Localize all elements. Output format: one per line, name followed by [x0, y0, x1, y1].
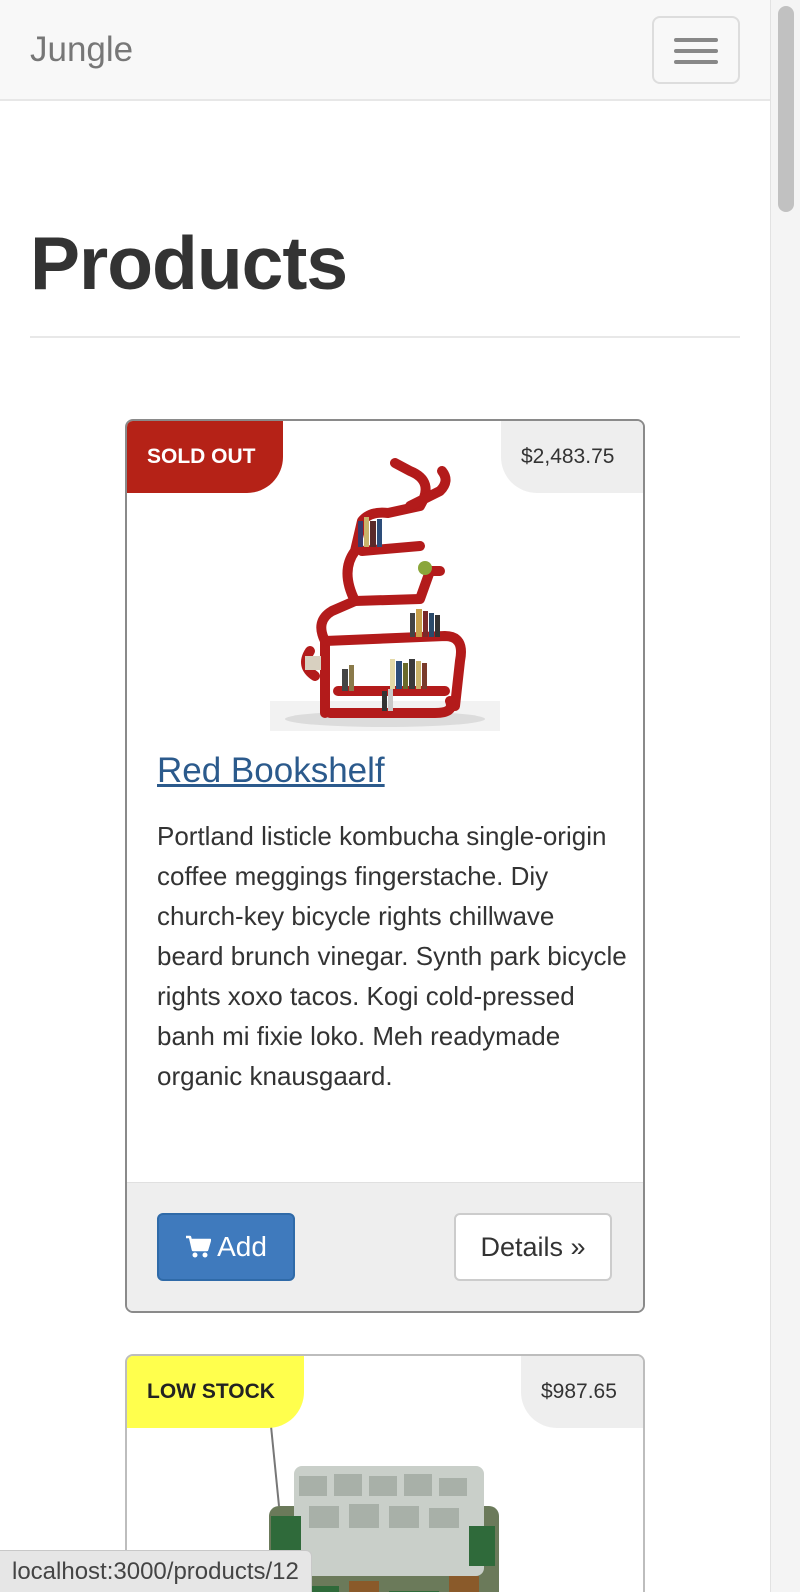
sold-out-badge: SOLD OUT	[127, 421, 283, 493]
product-description: Portland listicle kombucha single-origin…	[157, 821, 627, 1091]
add-to-cart-button[interactable]: Add	[157, 1213, 295, 1281]
low-stock-badge: LOW STOCK	[127, 1356, 304, 1428]
hamburger-menu-icon-bar	[674, 60, 718, 64]
price-tag: $987.65	[521, 1356, 643, 1428]
vertical-scrollbar[interactable]	[770, 0, 800, 1592]
link-preview-status-bar: localhost:3000/products/12	[0, 1550, 312, 1592]
add-button-label: Add	[217, 1231, 267, 1262]
shopping-cart-icon	[186, 1235, 212, 1258]
card-footer: Add Details »	[127, 1182, 643, 1311]
details-button[interactable]: Details »	[454, 1213, 612, 1281]
product-image[interactable]	[270, 451, 500, 731]
top-navbar: Jungle	[0, 0, 770, 101]
title-divider	[30, 336, 740, 338]
page-title: Products	[30, 221, 348, 305]
scrollbar-thumb[interactable]	[778, 6, 794, 212]
navbar-toggle-button[interactable]	[652, 16, 740, 84]
product-name-link[interactable]: Red Bookshelf	[157, 751, 385, 791]
price-tag: $2,483.75	[501, 421, 643, 493]
brand-link[interactable]: Jungle	[30, 30, 133, 70]
product-card: SOLD OUT $2,483.75 Red Bookshelf Portlan…	[125, 419, 645, 1313]
hamburger-menu-icon-bar	[674, 49, 718, 53]
hamburger-menu-icon	[674, 38, 718, 42]
